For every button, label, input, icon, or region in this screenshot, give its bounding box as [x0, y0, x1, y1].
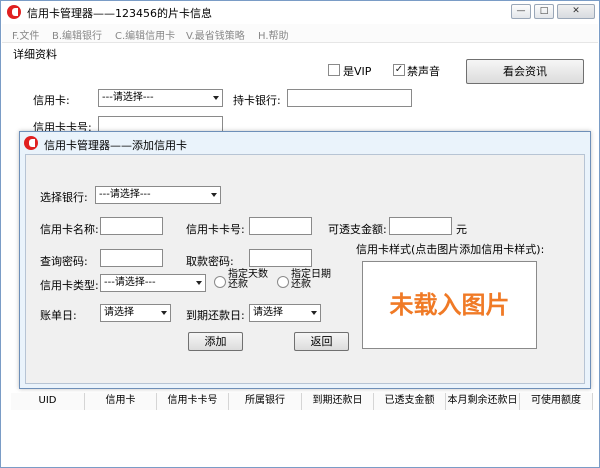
col-available[interactable]: 可使用额度: [520, 393, 593, 410]
radio-date-repay[interactable]: [277, 276, 289, 288]
mute-checkbox[interactable]: ✓: [393, 64, 405, 76]
card-select-value: ---请选择---: [102, 92, 154, 103]
bank-label: 持卡银行:: [233, 94, 281, 107]
menu-help[interactable]: H.帮助: [258, 27, 289, 42]
col-remaining-days[interactable]: 本月剩余还款日: [446, 393, 520, 410]
card-name-label: 信用卡名称:: [40, 223, 99, 236]
select-bank-label: 选择银行:: [40, 191, 88, 204]
card-name-input[interactable]: [100, 217, 163, 235]
card-type-label: 信用卡类型:: [40, 279, 99, 292]
back-button[interactable]: 返回: [294, 332, 349, 351]
minimize-button[interactable]: —: [511, 4, 531, 19]
withdraw-pwd-label: 取款密码:: [186, 255, 234, 268]
radio-days-repay[interactable]: [214, 276, 226, 288]
radio-date-line2: 还款: [291, 279, 311, 290]
overdraft-label: 可透支金额:: [328, 223, 387, 236]
query-pwd-input[interactable]: [100, 249, 163, 267]
col-card[interactable]: 信用卡: [85, 393, 157, 410]
menu-edit-card[interactable]: C.编辑信用卡: [115, 27, 175, 42]
col-card-no[interactable]: 信用卡卡号: [157, 393, 229, 410]
card-no-input[interactable]: [249, 217, 312, 235]
col-due-day[interactable]: 到期还款日: [302, 393, 374, 410]
dialog-title: 信用卡管理器——添加信用卡: [44, 139, 187, 152]
menu-edit-bank[interactable]: B.编辑银行: [52, 27, 102, 42]
chevron-down-icon: [213, 96, 219, 100]
radio-days-label: 指定天数 还款: [228, 270, 268, 290]
menu-bar: F.文件 B.编辑银行 C.编辑信用卡 V.最省钱策略 H.帮助: [2, 24, 598, 43]
chevron-down-icon: [196, 281, 202, 285]
title-bar: 信用卡管理器——123456的片卡信息 — □ ✕: [1, 1, 599, 23]
chevron-down-icon: [211, 193, 217, 197]
mute-label: 禁声音: [407, 65, 440, 78]
select-bank[interactable]: ---请选择---: [95, 186, 221, 204]
col-overdrawn[interactable]: 已透支金额: [374, 393, 446, 410]
card-image-placeholder[interactable]: 未载入图片: [362, 261, 537, 349]
vip-label: 是VIP: [343, 65, 372, 78]
close-button[interactable]: ✕: [557, 4, 595, 19]
vip-checkbox[interactable]: [328, 64, 340, 76]
news-button[interactable]: 看会资讯: [466, 59, 584, 84]
app-logo-icon: [7, 5, 21, 19]
card-no-label: 信用卡卡号:: [186, 223, 245, 236]
details-group-label: 详细资料: [13, 48, 57, 61]
card-type-select[interactable]: ---请选择---: [100, 274, 206, 292]
yuan-label: 元: [456, 223, 467, 236]
bill-day-label: 账单日:: [40, 309, 77, 322]
card-style-label: 信用卡样式(点击图片添加信用卡样式):: [356, 243, 545, 256]
col-uid[interactable]: UID: [11, 393, 85, 410]
dialog-body: 选择银行: ---请选择--- 信用卡名称: 信用卡卡号: 可透支金额: 元 查…: [25, 154, 585, 384]
overdraft-input[interactable]: [389, 217, 452, 235]
withdraw-pwd-input[interactable]: [249, 249, 312, 267]
menu-save-strategy[interactable]: V.最省钱策略: [186, 27, 245, 42]
card-table-body: [11, 410, 593, 467]
bank-input[interactable]: [287, 89, 412, 107]
card-type-value: ---请选择---: [104, 277, 156, 288]
bill-day-select[interactable]: 请选择: [100, 304, 171, 322]
dialog-logo-icon: [24, 136, 38, 150]
radio-days-line2: 还款: [228, 279, 248, 290]
add-button[interactable]: 添加: [188, 332, 243, 351]
due-day-value: 请选择: [253, 307, 283, 318]
bill-day-value: 请选择: [104, 307, 134, 318]
query-pwd-label: 查询密码:: [40, 255, 88, 268]
due-day-label: 到期还款日:: [186, 309, 245, 322]
maximize-button[interactable]: □: [534, 4, 554, 19]
radio-date-label: 指定日期 还款: [291, 270, 331, 290]
card-label: 信用卡:: [33, 94, 70, 107]
chevron-down-icon: [161, 311, 167, 315]
window-title: 信用卡管理器——123456的片卡信息: [27, 7, 212, 20]
main-window: 信用卡管理器——123456的片卡信息 — □ ✕ F.文件 B.编辑银行 C.…: [0, 0, 600, 468]
due-day-select[interactable]: 请选择: [249, 304, 321, 322]
select-bank-value: ---请选择---: [99, 189, 151, 200]
col-bank[interactable]: 所属银行: [229, 393, 302, 410]
chevron-down-icon: [311, 311, 317, 315]
menu-file[interactable]: F.文件: [12, 27, 39, 42]
card-select[interactable]: ---请选择---: [98, 89, 223, 107]
add-card-dialog: 信用卡管理器——添加信用卡 选择银行: ---请选择--- 信用卡名称: 信用卡…: [19, 131, 591, 389]
